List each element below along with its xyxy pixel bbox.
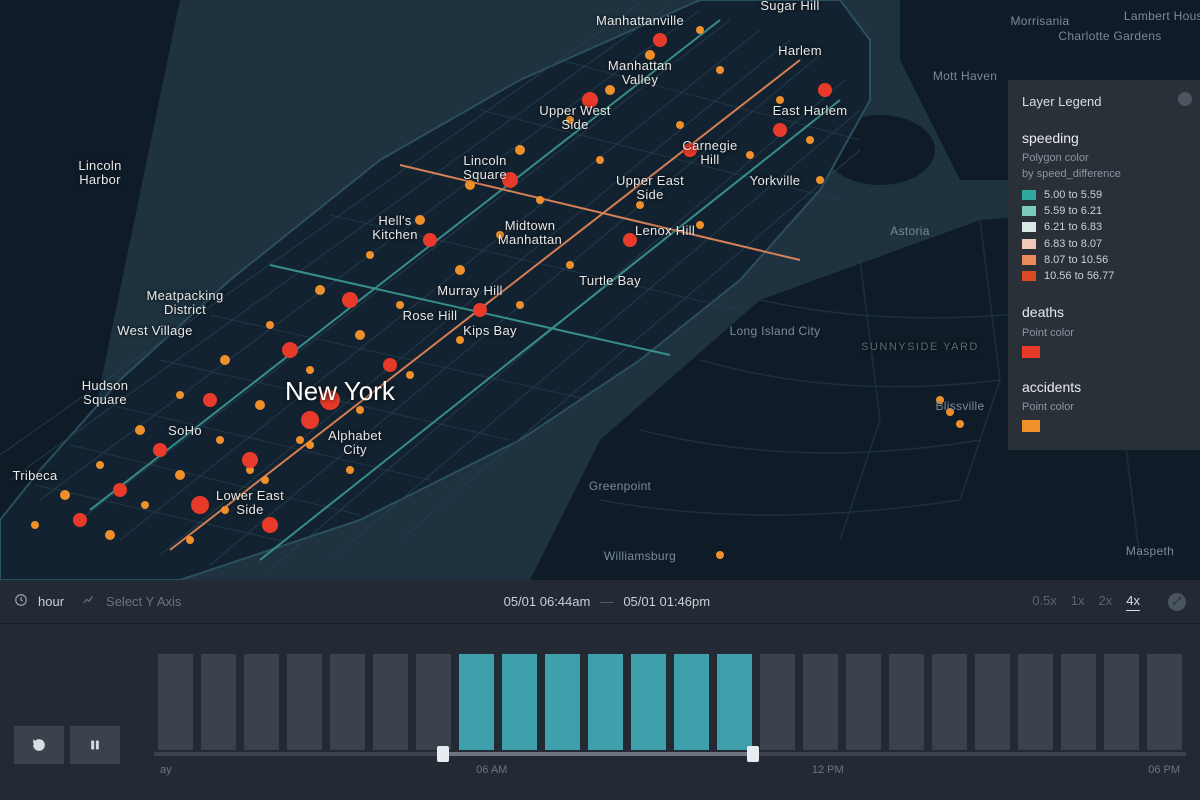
legend-section-subtitle: Point color [1022,326,1186,340]
range-end: 05/01 01:46pm [623,594,710,609]
legend-bin-label: 5.00 to 5.59 [1044,188,1102,202]
timeline-tick: 12 PM [812,764,844,782]
speed-option[interactable]: 0.5x [1032,593,1057,608]
legend-swatch [1022,420,1040,432]
legend-section-subtitle: by speed_difference [1022,167,1186,181]
range-handle-end[interactable] [747,746,759,762]
histogram-bar [459,654,494,750]
histogram-bar [631,654,666,750]
range-separator: — [600,594,613,609]
legend-bin: 6.83 to 8.07 [1022,237,1186,251]
timeline-chart[interactable]: ay 06 AM 12 PM 06 PM [154,642,1186,800]
legend-section-title: accidents [1022,378,1186,396]
timeline-panel: hour Select Y Axis 05/01 06:44am — 05/01… [0,580,1200,800]
histogram-bar [717,654,752,750]
speed-option[interactable]: 4x [1126,593,1140,611]
histogram-bar [287,654,322,750]
histogram-bar [158,654,193,750]
histogram-bar [975,654,1010,750]
legend-bin: 10.56 to 56.77 [1022,269,1186,283]
clock-icon [14,593,28,610]
range-start: 05/01 06:44am [504,594,591,609]
timeline-ticks: ay 06 AM 12 PM 06 PM [154,764,1186,782]
legend-bin-label: 6.83 to 8.07 [1044,237,1102,251]
legend-bin: 8.07 to 10.56 [1022,253,1186,267]
legend-swatch [1022,206,1036,216]
histogram-bar [244,654,279,750]
legend-bin: 5.59 to 6.21 [1022,204,1186,218]
histogram-bar [330,654,365,750]
speed-option[interactable]: 2x [1099,593,1113,608]
legend-bin: 5.00 to 5.59 [1022,188,1186,202]
legend-bin: 6.21 to 6.83 [1022,220,1186,234]
timeline-tick: 06 PM [1148,764,1180,782]
histogram-bar [760,654,795,750]
histogram-bar [1104,654,1139,750]
range-handle-start[interactable] [437,746,449,762]
reset-button[interactable] [14,726,64,764]
timeline-tick: 06 AM [476,764,507,782]
histogram-bar [545,654,580,750]
x-axis-label[interactable]: hour [38,594,64,609]
legend-section-subtitle: Point color [1022,400,1186,414]
legend-bin-label: 5.59 to 6.21 [1044,204,1102,218]
histogram-bar [1147,654,1182,750]
histogram-bar [1061,654,1096,750]
time-range-display: 05/01 06:44am — 05/01 01:46pm [504,594,710,609]
city-label: New York [285,376,396,406]
timeline-header: hour Select Y Axis 05/01 06:44am — 05/01… [0,580,1200,624]
histogram-bar [1018,654,1053,750]
histogram-bar [932,654,967,750]
histogram-bar [674,654,709,750]
legend-title: Layer Legend [1022,94,1186,111]
legend-section-subtitle: Polygon color [1022,151,1186,165]
expand-button[interactable] [1168,593,1186,611]
legend-section-speeding: speeding Polygon color by speed_differen… [1022,129,1186,284]
legend-section-deaths: deaths Point color [1022,303,1186,357]
timeline-tick: ay [160,764,172,782]
playback-speeds: 0.5x 1x 2x 4x [1032,593,1140,611]
histogram-bar [889,654,924,750]
chart-line-icon [82,593,96,610]
legend-swatch [1022,255,1036,265]
histogram-bar [803,654,838,750]
legend-bin-label: 10.56 to 56.77 [1044,269,1114,283]
pause-button[interactable] [70,726,120,764]
layer-legend-panel: Layer Legend speeding Polygon color by s… [1008,80,1200,450]
legend-swatch [1022,222,1036,232]
legend-bin-label: 6.21 to 6.83 [1044,220,1102,234]
histogram-bar [846,654,881,750]
timeline-track[interactable] [154,752,1186,756]
legend-section-accidents: accidents Point color [1022,378,1186,432]
histogram-bar [416,654,451,750]
histogram-bar [373,654,408,750]
legend-swatch [1022,346,1040,358]
legend-close-button[interactable] [1178,92,1192,106]
legend-swatch [1022,190,1036,200]
speed-option[interactable]: 1x [1071,593,1085,608]
legend-swatch [1022,271,1036,281]
y-axis-select[interactable]: Select Y Axis [106,594,181,609]
histogram-bar [201,654,236,750]
legend-bin-label: 8.07 to 10.56 [1044,253,1108,267]
legend-section-title: deaths [1022,303,1186,321]
histogram-bar [588,654,623,750]
legend-section-title: speeding [1022,129,1186,147]
histogram-bar [502,654,537,750]
legend-swatch [1022,239,1036,249]
